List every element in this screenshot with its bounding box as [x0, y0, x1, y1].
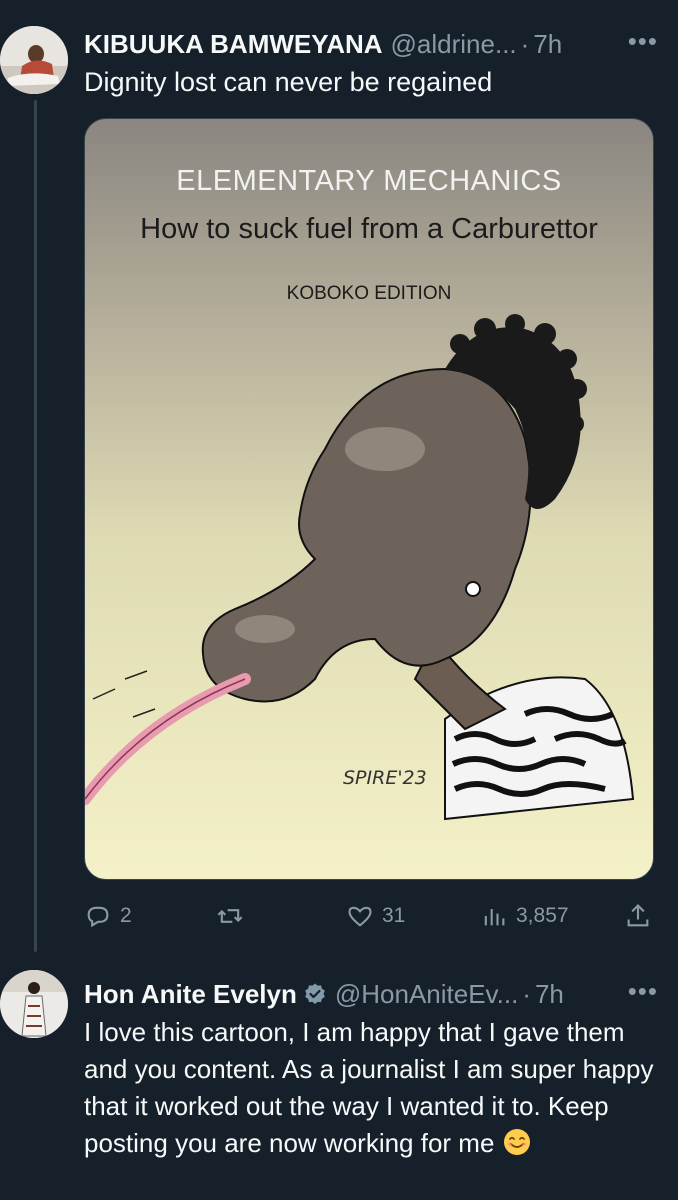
- tweet-header: Hon Anite Evelyn @HonAniteEv... · 7h: [84, 976, 658, 1012]
- tweet-body: KIBUUKA BAMWEYANA @aldrine... · 7h ••• D…: [84, 26, 658, 936]
- avatar[interactable]: [0, 26, 68, 94]
- tweet[interactable]: Hon Anite Evelyn @HonAniteEv... · 7h •••…: [0, 960, 678, 1200]
- tweet-text: Dignity lost can never be regained: [84, 67, 493, 97]
- tweet[interactable]: KIBUUKA BAMWEYANA @aldrine... · 7h ••• D…: [0, 0, 678, 950]
- analytics-icon: [484, 909, 505, 926]
- separator-dot: ·: [520, 28, 530, 59]
- author-name[interactable]: KIBUUKA BAMWEYANA: [84, 29, 383, 60]
- cartoon-subtitle: How to suck fuel from a Carburettor: [140, 213, 598, 245]
- views-count: 3,857: [516, 904, 569, 927]
- tweet-text: I love this cartoon, I am happy that I g…: [84, 1014, 658, 1162]
- author-handle[interactable]: @aldrine...: [391, 29, 517, 60]
- author-handle[interactable]: @HonAniteEv...: [335, 979, 518, 1010]
- cartoonist-signature: SPIRE'23: [343, 767, 427, 789]
- cartoon-title: ELEMENTARY MECHANICS: [176, 165, 562, 197]
- more-options-icon[interactable]: •••: [628, 26, 658, 56]
- cartoon-edition: KOBOKO EDITION: [286, 283, 452, 304]
- heart-icon: [348, 906, 372, 927]
- timestamp[interactable]: 7h: [535, 979, 564, 1010]
- reply-icon: [87, 906, 109, 928]
- tweet-body: Hon Anite Evelyn @HonAniteEv... · 7h •••…: [84, 976, 658, 1162]
- reply-button[interactable]: 2: [84, 902, 132, 930]
- author-name[interactable]: Hon Anite Evelyn: [84, 979, 297, 1010]
- more-options-icon[interactable]: •••: [628, 976, 658, 1006]
- timestamp[interactable]: 7h: [533, 29, 562, 60]
- reply-count: 2: [120, 904, 132, 927]
- verified-badge-icon: [305, 983, 325, 1004]
- retweet-button[interactable]: [216, 902, 252, 930]
- retweet-icon: [217, 909, 243, 923]
- tweet-header: KIBUUKA BAMWEYANA @aldrine... · 7h: [84, 26, 658, 62]
- tweet-image[interactable]: ELEMENTARY MECHANICS How to suck fuel fr…: [84, 118, 654, 880]
- tweet-text-content: I love this cartoon, I am happy that I g…: [84, 1017, 654, 1158]
- separator-dot: ·: [522, 978, 531, 1009]
- like-count: 31: [382, 904, 406, 927]
- tweet-actions: 2 31 3,857: [84, 896, 658, 936]
- like-button[interactable]: 31: [346, 902, 405, 930]
- smiling-face-icon: [503, 1129, 530, 1155]
- views-button[interactable]: 3,857: [480, 902, 569, 930]
- avatar[interactable]: [0, 970, 68, 1038]
- share-icon: [627, 904, 649, 927]
- share-button[interactable]: [624, 902, 660, 930]
